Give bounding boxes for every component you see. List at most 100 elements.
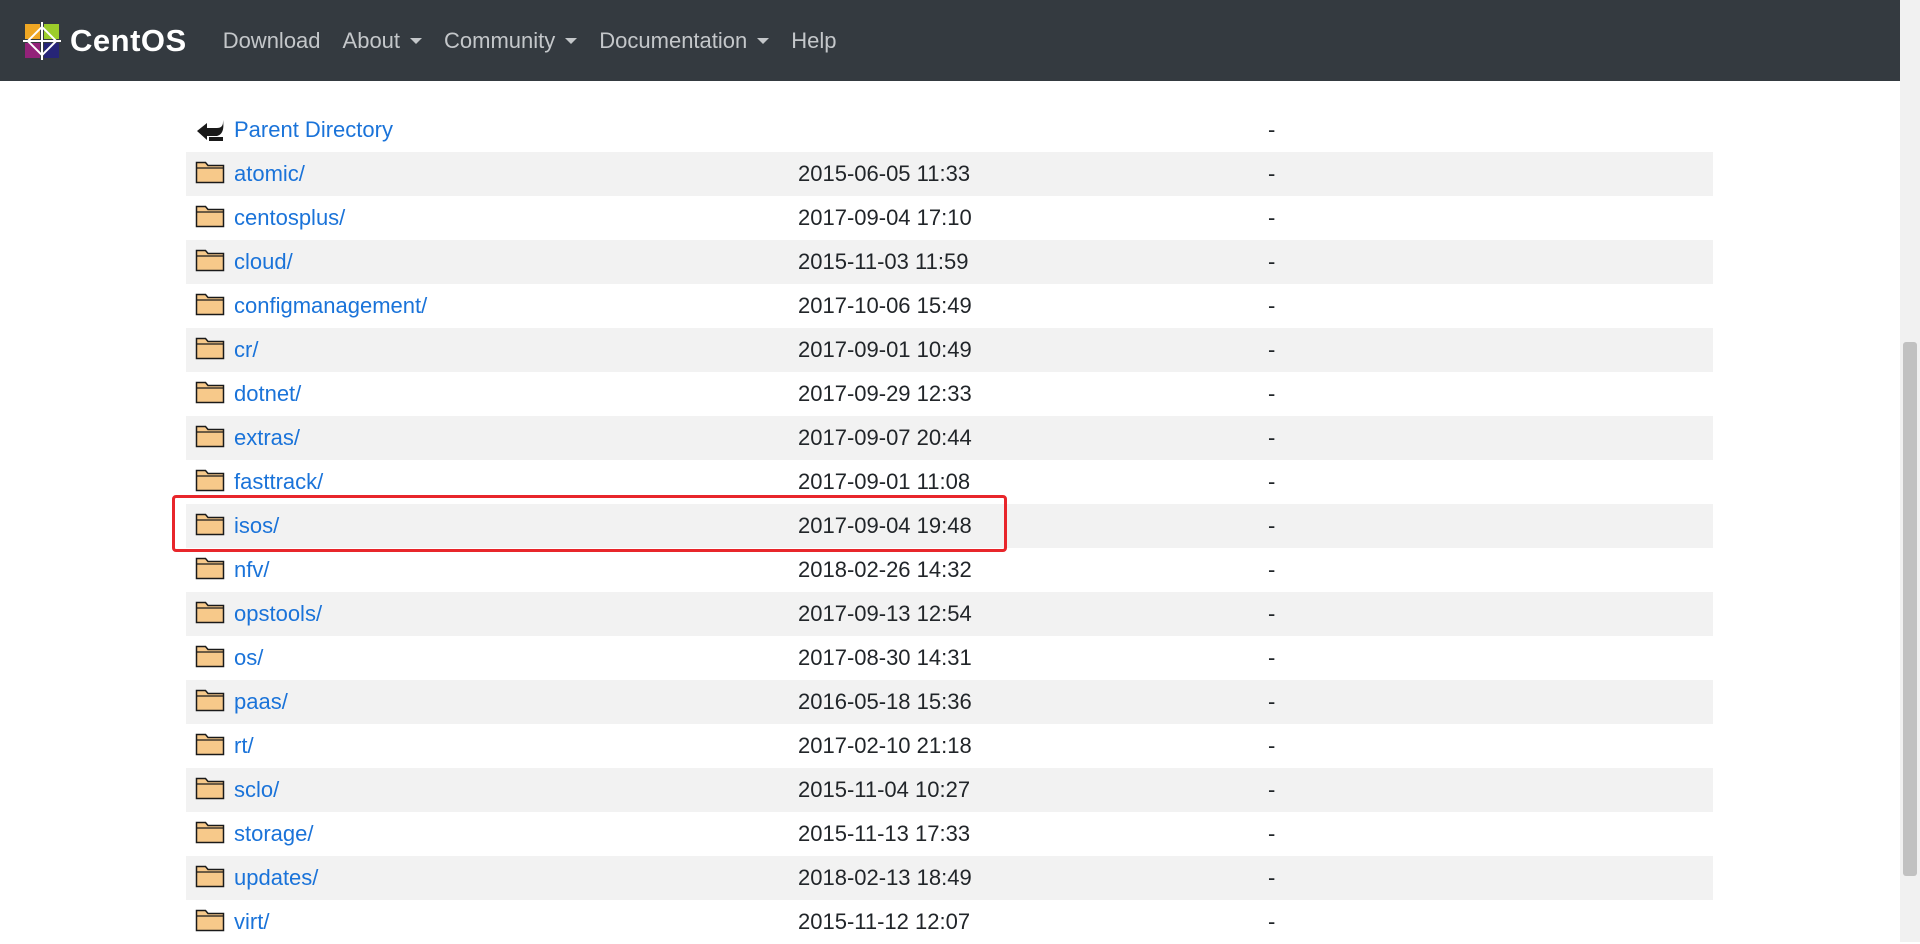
folder-link[interactable]: storage/ (234, 821, 798, 847)
icon-cell (186, 422, 234, 454)
nav-about-label: About (342, 27, 401, 53)
table-row: atomic/2015-06-05 11:33 - (186, 152, 1713, 196)
modified-date: 2015-11-13 17:33 (798, 821, 971, 846)
back-arrow-icon (197, 120, 224, 141)
modified-date: 2016-05-18 15:36 (798, 689, 972, 714)
table-row: dotnet/2017-09-29 12:33 - (186, 372, 1713, 416)
modified-date: 2017-09-29 12:33 (798, 381, 972, 406)
folder-link[interactable]: os/ (234, 645, 798, 671)
icon-cell (186, 334, 234, 366)
icon-cell (186, 246, 234, 278)
nav-community-label: Community (444, 27, 556, 53)
nav-about[interactable]: About (343, 28, 423, 54)
folder-icon (195, 378, 225, 410)
modified-date: 2018-02-13 18:49 (798, 865, 972, 890)
folder-link[interactable]: dotnet/ (234, 381, 798, 407)
folder-icon (195, 290, 225, 322)
folder-link[interactable]: cr/ (234, 337, 798, 363)
table-row: virt/2015-11-12 12:07 - (186, 900, 1713, 944)
table-row: configmanagement/2017-10-06 15:49 - (186, 284, 1713, 328)
folder-link[interactable]: extras/ (234, 425, 798, 451)
table-row: paas/2016-05-18 15:36 - (186, 680, 1713, 724)
folder-link[interactable]: atomic/ (234, 161, 798, 187)
scrollbar-thumb[interactable] (1903, 342, 1917, 876)
table-row: extras/2017-09-07 20:44 - (186, 416, 1713, 460)
modified-date: 2018-02-26 14:32 (798, 557, 972, 582)
size-value: - (1268, 645, 1276, 670)
size-value: - (1268, 469, 1276, 494)
nav-download-label: Download (222, 27, 321, 53)
icon-cell (186, 510, 234, 542)
folder-link[interactable]: isos/ (234, 513, 798, 539)
folder-link[interactable]: opstools/ (234, 601, 798, 627)
parent-directory-link[interactable]: Parent Directory (234, 117, 798, 143)
size-value: - (1268, 733, 1276, 758)
size-value: - (1268, 689, 1276, 714)
icon-cell (186, 906, 234, 938)
centos-logo-icon (23, 21, 61, 60)
folder-icon (195, 642, 225, 674)
folder-link[interactable]: updates/ (234, 865, 798, 891)
table-row: rt/2017-02-10 21:18 - (186, 724, 1713, 768)
table-row: os/2017-08-30 14:31 - (186, 636, 1713, 680)
nav-documentation[interactable]: Documentation (599, 27, 770, 54)
folder-link[interactable]: cloud/ (234, 249, 798, 275)
folder-link[interactable]: fasttrack/ (234, 469, 798, 495)
table-row: updates/2018-02-13 18:49 - (186, 856, 1713, 900)
folder-link[interactable]: configmanagement/ (234, 293, 798, 319)
folder-link[interactable]: nfv/ (234, 557, 798, 583)
modified-date: 2015-11-04 10:27 (798, 777, 971, 802)
size-value: - (1268, 821, 1276, 846)
folder-icon (195, 158, 225, 190)
folder-icon (195, 202, 225, 234)
icon-cell (186, 598, 234, 630)
modified-date: 2017-10-06 15:49 (798, 293, 972, 318)
table-row: nfv/2018-02-26 14:32 - (186, 548, 1713, 592)
size-value: - (1268, 293, 1276, 318)
icon-cell (186, 158, 234, 190)
nav-help[interactable]: Help (791, 28, 836, 54)
modified-date: 2017-09-13 12:54 (798, 601, 972, 626)
size-value: - (1268, 249, 1276, 274)
modified-date: 2017-09-04 17:10 (798, 205, 972, 230)
folder-link[interactable]: centosplus/ (234, 205, 798, 231)
caret-down-icon (565, 37, 578, 44)
modified-date: 2015-06-05 11:33 (798, 161, 971, 186)
folder-icon (195, 686, 225, 718)
icon-cell (186, 117, 234, 143)
nav-documentation-label: Documentation (599, 27, 748, 53)
modified-date: 2017-09-01 11:08 (798, 469, 971, 494)
icon-cell (186, 774, 234, 806)
caret-down-icon (410, 37, 423, 44)
caret-down-icon (757, 37, 770, 44)
icon-cell (186, 730, 234, 762)
folder-link[interactable]: virt/ (234, 909, 798, 935)
icon-cell (186, 378, 234, 410)
folder-icon (195, 598, 225, 630)
icon-cell (186, 290, 234, 322)
nav-community[interactable]: Community (444, 27, 578, 54)
directory-listing: Parent Directory - atomic/2015-06-05 11:… (186, 108, 1713, 944)
size-value: - (1268, 381, 1276, 406)
folder-link[interactable]: paas/ (234, 689, 798, 715)
folder-link[interactable]: rt/ (234, 733, 798, 759)
table-row: cr/2017-09-01 10:49 - (186, 328, 1713, 372)
folder-icon (195, 246, 225, 278)
folder-icon (195, 818, 225, 850)
table-row: cloud/2015-11-03 11:59 - (186, 240, 1713, 284)
folder-icon (195, 862, 225, 894)
folder-icon (195, 730, 225, 762)
folder-link[interactable]: sclo/ (234, 777, 798, 803)
icon-cell (186, 202, 234, 234)
size-value: - (1268, 161, 1276, 186)
folder-icon (195, 774, 225, 806)
table-row: sclo/2015-11-04 10:27 - (186, 768, 1713, 812)
folder-icon (195, 906, 225, 938)
table-row: centosplus/2017-09-04 17:10 - (186, 196, 1713, 240)
brand-logo[interactable]: CentOS (22, 21, 187, 61)
icon-cell (186, 466, 234, 498)
modified-date: 2017-09-04 19:48 (798, 513, 972, 538)
size-value: - (1268, 337, 1276, 362)
modified-date: 2017-02-10 21:18 (798, 733, 972, 758)
nav-download[interactable]: Download (223, 28, 321, 54)
